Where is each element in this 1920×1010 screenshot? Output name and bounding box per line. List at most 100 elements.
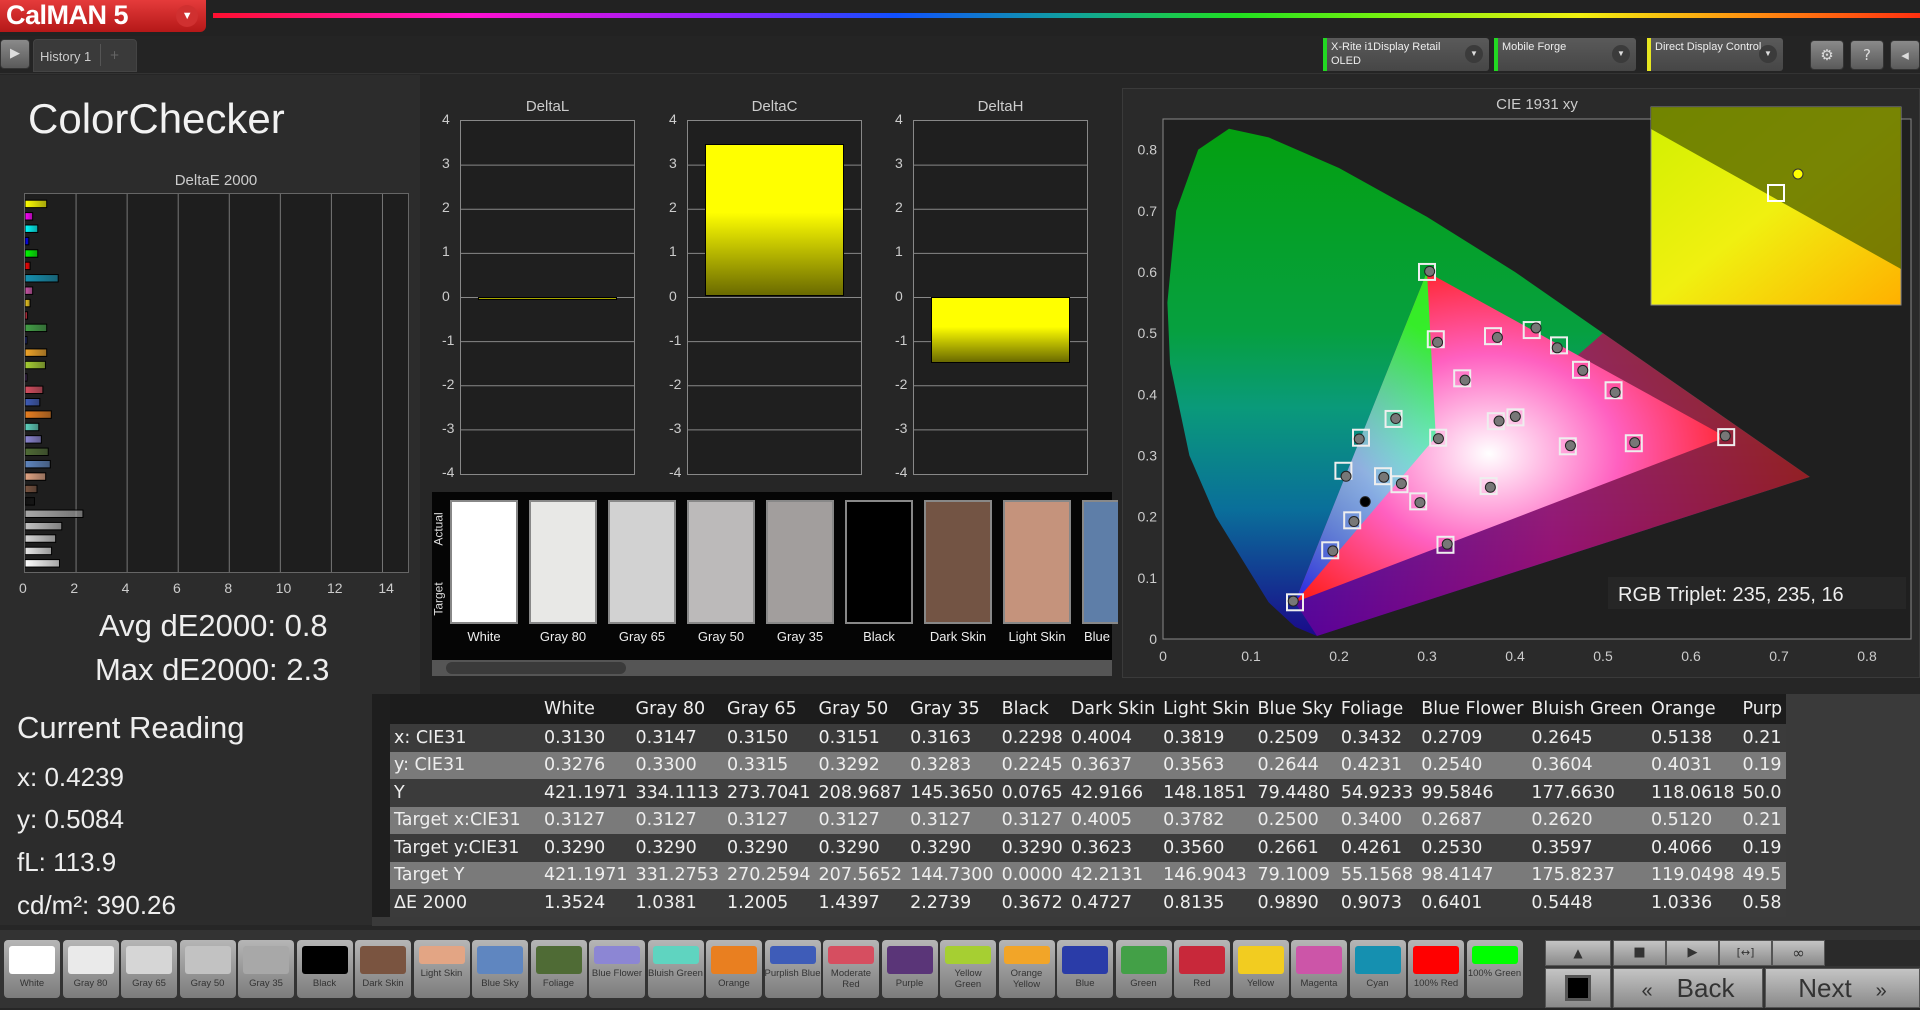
table-cell: 0.3276 [540, 751, 632, 779]
patch-button-bluish-green[interactable]: Bluish Green [647, 940, 704, 998]
meter-selector[interactable]: X-Rite i1Display Retail OLED ▼ [1323, 38, 1489, 71]
column-header[interactable]: Dark Skin [1066, 694, 1160, 724]
swatch-blue[interactable] [1082, 500, 1118, 624]
x-tick-label: 0.3 [1417, 648, 1437, 664]
deltal-bar [478, 296, 617, 300]
table-cell: 99.5846 [1417, 779, 1528, 807]
table-cell: 0.6401 [1417, 889, 1528, 917]
measured-point [1353, 433, 1365, 445]
display-selector[interactable]: Direct Display Control ▼ [1647, 38, 1783, 71]
patch-button-yellow-green[interactable]: Yellow Green [940, 940, 996, 998]
column-header[interactable]: Light Skin [1159, 694, 1254, 724]
patch-button-moderate-red[interactable]: Moderate Red [823, 940, 879, 998]
deltae-bar-magenta [24, 286, 34, 295]
collapse-icon[interactable]: ◂ [1890, 40, 1920, 70]
swatch-gray-80[interactable] [529, 500, 597, 624]
swatch-gray-65[interactable] [608, 500, 676, 624]
measured-point [1564, 440, 1576, 452]
column-header[interactable]: Gray 50 [814, 694, 907, 724]
measured-point [1348, 516, 1360, 528]
table-cell: 0.3672 [997, 889, 1067, 917]
patch-button-gray-65[interactable]: Gray 65 [121, 940, 177, 998]
patch-button-white[interactable]: White [4, 940, 60, 998]
patch-color [828, 946, 874, 964]
patch-color [418, 946, 465, 964]
fit-icon[interactable]: [↔] [1719, 940, 1772, 966]
table-cell: 0.3290 [906, 834, 998, 862]
table-cell: 49.5 [1738, 861, 1787, 889]
source-selector[interactable]: Mobile Forge ▼ [1494, 38, 1636, 71]
column-header[interactable]: Gray 35 [906, 694, 998, 724]
current-reading-title: Current Reading [17, 710, 245, 745]
deltae-bar-purplish-blue [24, 397, 41, 407]
help-icon[interactable]: ? [1850, 40, 1884, 70]
column-header[interactable]: Purp [1738, 694, 1787, 724]
delta-charts: DeltaL 4 3 2 1 0 -1 -2 -3 -4 DeltaC 4 3 2 1 0 -1 -2 -3 -4 De… [420, 88, 1120, 488]
loop-icon[interactable]: ∞ [1772, 940, 1825, 966]
table-cell: 0.58 [1738, 889, 1787, 917]
swatch-gray-35[interactable] [766, 500, 834, 624]
patch-button-100-red[interactable]: 100% Red [1408, 940, 1464, 998]
patch-button-green[interactable]: Green [1115, 940, 1172, 998]
patch-button-gray-35[interactable]: Gray 35 [238, 940, 294, 998]
stop-icon[interactable]: ■ [1613, 940, 1666, 966]
patch-button-gray-50[interactable]: Gray 50 [179, 940, 236, 998]
table-row: Y 421.1971 334.1113 273.7041 208.9687 145.365… [372, 779, 1787, 807]
play-icon[interactable]: ▶ [1666, 940, 1719, 966]
expand-up-icon[interactable]: ▲ [1545, 940, 1611, 966]
patch-button-magenta[interactable]: Magenta [1291, 940, 1347, 998]
patch-color [1237, 946, 1284, 974]
row-label: Target y:CIE31 [390, 834, 540, 862]
patch-button-orange[interactable]: Orange [706, 940, 762, 998]
patch-button-red[interactable]: Red [1174, 940, 1230, 998]
swatch-dark-skin[interactable] [924, 500, 992, 624]
column-header[interactable]: Orange [1646, 694, 1739, 724]
column-header[interactable]: White [540, 694, 632, 724]
patch-button-orange-yellow[interactable]: Orange Yellow [998, 940, 1055, 998]
stop-display-button[interactable] [1545, 968, 1611, 1008]
patch-button-blue-sky[interactable]: Blue Sky [472, 940, 528, 998]
add-tab-icon[interactable]: + [100, 44, 128, 66]
column-header[interactable]: Blue Flower [1417, 694, 1528, 724]
patch-button-cyan[interactable]: Cyan [1349, 940, 1406, 998]
column-header[interactable]: Foliage [1336, 694, 1418, 724]
swatch-light-skin[interactable] [1003, 500, 1071, 624]
patch-label: Yellow [1246, 978, 1275, 989]
patch-button-blue[interactable]: Blue [1057, 940, 1113, 998]
swatch-gray-50[interactable] [687, 500, 755, 624]
column-header[interactable]: Black [997, 694, 1067, 724]
swatch-label: White [467, 629, 501, 644]
app-logo-menu[interactable]: CalMAN 5 ▼ [0, 0, 206, 32]
patch-button-gray-80[interactable]: Gray 80 [62, 940, 119, 998]
patch-button-foliage[interactable]: Foliage [530, 940, 587, 998]
column-header[interactable]: Gray 65 [723, 694, 815, 724]
y-tick-label: 4 [895, 111, 903, 127]
patch-button-purplish-blue[interactable]: Purplish Blue [764, 940, 821, 998]
swatch-white[interactable] [450, 500, 518, 624]
gear-icon[interactable]: ⚙ [1810, 40, 1844, 70]
column-header[interactable]: Blue Sky [1253, 694, 1337, 724]
table-cell: 0.3292 [814, 751, 907, 779]
patch-button-yellow[interactable]: Yellow [1232, 940, 1289, 998]
table-cell: 2.2739 [906, 889, 998, 917]
patch-button-100-green[interactable]: 100% Green [1466, 940, 1523, 998]
table-cell: 0.3597 [1527, 834, 1647, 862]
play-icon[interactable]: ▶ [0, 39, 30, 69]
scrollbar-thumb[interactable] [446, 662, 626, 674]
patch-button-light-skin[interactable]: Light Skin [413, 940, 470, 998]
table-cell: 0.3300 [631, 751, 724, 779]
next-label: Next [1798, 973, 1852, 1003]
measured-point [1484, 481, 1496, 493]
patch-button-black[interactable]: Black [296, 940, 353, 998]
patch-label: 100% Red [1413, 978, 1459, 989]
patch-button-dark-skin[interactable]: Dark Skin [355, 940, 411, 998]
next-button[interactable]: Next » [1765, 968, 1920, 1008]
swatch-black[interactable] [845, 500, 913, 624]
swatch-strip-scrollbar[interactable] [432, 660, 1112, 676]
patch-button-blue-flower[interactable]: Blue Flower [589, 940, 645, 998]
disabled-controls [1825, 940, 1920, 966]
patch-button-purple[interactable]: Purple [881, 940, 938, 998]
back-button[interactable]: « Back [1613, 968, 1763, 1008]
column-header[interactable]: Bluish Green [1527, 694, 1647, 724]
column-header[interactable]: Gray 80 [631, 694, 724, 724]
